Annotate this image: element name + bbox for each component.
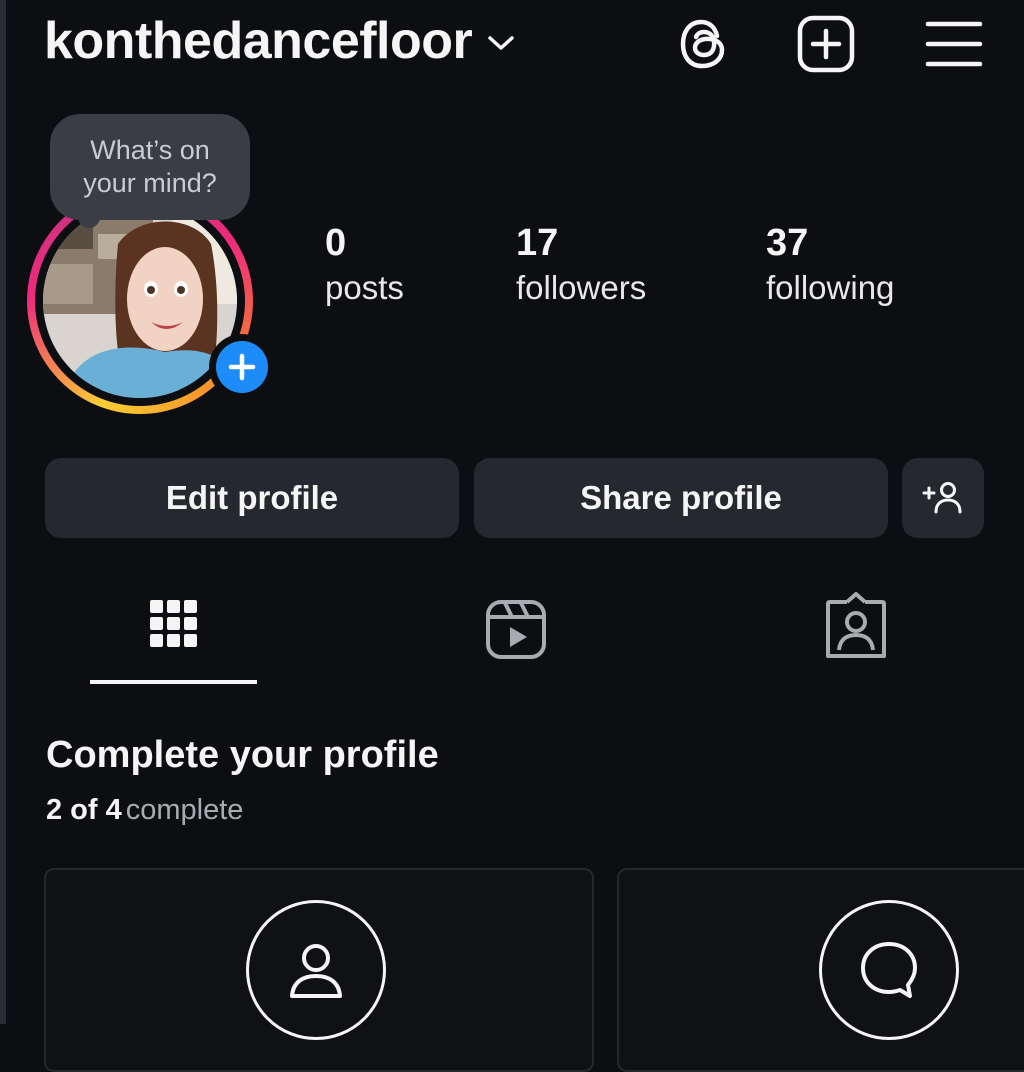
progress-status: complete xyxy=(125,794,244,826)
stat-label: following xyxy=(766,269,895,306)
profile-avatar-section xyxy=(27,188,287,414)
tagged-icon xyxy=(825,592,886,658)
add-person-icon xyxy=(922,482,962,514)
complete-profile-title: Complete your profile xyxy=(46,734,439,776)
stat-label: posts xyxy=(325,269,404,306)
add-story-button[interactable] xyxy=(209,334,275,400)
stat-followers[interactable]: 17 followers xyxy=(516,222,646,312)
reels-icon xyxy=(485,600,546,659)
person-icon xyxy=(290,944,342,998)
speech-bubble-icon xyxy=(861,942,917,998)
profile-header: konthedancefloor xyxy=(44,8,1004,74)
stat-label: followers xyxy=(516,269,647,306)
discover-people-button[interactable] xyxy=(902,458,984,538)
menu-icon[interactable] xyxy=(924,14,984,74)
progress-count: 2 of 4 xyxy=(46,794,122,826)
window-edge xyxy=(0,0,6,1024)
create-post-icon[interactable] xyxy=(796,14,856,74)
note-line-2: your mind? xyxy=(83,168,217,198)
share-profile-button[interactable]: Share profile xyxy=(474,458,888,538)
active-tab-indicator xyxy=(90,680,257,684)
complete-profile-progress: 2 of 4 complete xyxy=(46,790,243,830)
threads-icon[interactable] xyxy=(674,14,734,74)
tab-grid[interactable] xyxy=(90,590,257,686)
card-icon-circle xyxy=(246,900,386,1040)
stat-value: 0 xyxy=(325,222,347,264)
grid-icon xyxy=(149,600,197,647)
note-bubble[interactable]: What’s on your mind? xyxy=(50,114,250,220)
edit-profile-button[interactable]: Edit profile xyxy=(45,458,459,538)
avatar[interactable] xyxy=(43,204,237,398)
tab-reels[interactable] xyxy=(432,590,599,686)
card-icon-circle xyxy=(819,900,959,1040)
complete-profile-card-photo[interactable] xyxy=(44,868,594,1072)
note-line-1: What’s on xyxy=(90,135,210,165)
account-switcher[interactable]: konthedancefloor xyxy=(44,8,516,74)
tab-tagged[interactable] xyxy=(772,590,939,686)
complete-profile-card-bio[interactable] xyxy=(617,868,1024,1072)
plus-icon xyxy=(228,353,256,381)
stat-posts[interactable]: 0 posts xyxy=(325,222,404,312)
avatar-photo xyxy=(43,204,237,398)
chevron-down-icon xyxy=(488,36,515,50)
stat-following[interactable]: 37 following xyxy=(766,222,894,312)
username: konthedancefloor xyxy=(44,12,473,70)
stat-value: 17 xyxy=(516,222,559,264)
stat-value: 37 xyxy=(766,222,809,264)
